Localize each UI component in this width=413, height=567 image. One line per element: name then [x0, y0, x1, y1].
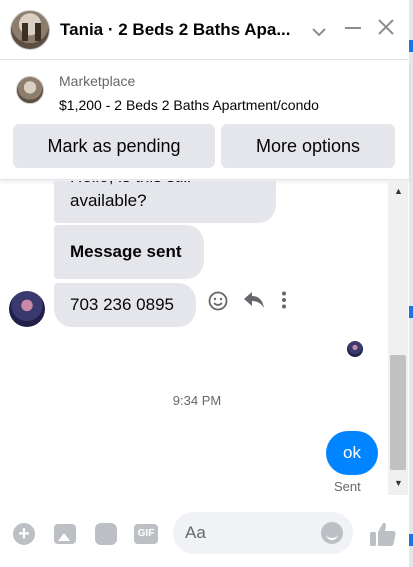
close-icon[interactable] [376, 17, 396, 42]
minus-icon[interactable] [343, 18, 363, 44]
message-text: available? [70, 191, 147, 210]
plus-icon[interactable]: + [12, 522, 36, 546]
message-bubble[interactable]: 703 236 0895 [54, 283, 196, 327]
react-icon[interactable] [208, 291, 228, 317]
photo-icon[interactable] [53, 522, 77, 546]
message-input-container[interactable] [173, 512, 353, 554]
scrollbar-thumb[interactable] [390, 355, 406, 470]
partial-message-line: Hello, is this still [70, 181, 260, 189]
thumbs-up-icon[interactable] [369, 521, 397, 547]
gif-icon[interactable]: GIF [134, 522, 158, 546]
scroll-down-arrow-icon[interactable]: ▼ [394, 478, 403, 488]
message-thread: Hello, is this still available? Message … [0, 181, 394, 495]
read-receipt-avatar [347, 341, 363, 357]
edge-mark [409, 306, 413, 318]
message-timestamp: 9:34 PM [172, 393, 222, 408]
more-actions-icon[interactable] [281, 291, 287, 315]
chat-title[interactable]: Tania · 2 Beds 2 Baths Apa... [60, 20, 295, 40]
listing-title[interactable]: $1,200 - 2 Beds 2 Baths Apartment/condo [59, 97, 319, 113]
background-edge [409, 0, 413, 567]
message-bubble[interactable]: Message sent [54, 225, 204, 279]
my-message-bubble[interactable]: ok [326, 431, 378, 475]
sent-status: Sent [334, 479, 361, 494]
scroll-up-arrow-icon[interactable]: ▲ [394, 186, 403, 196]
emoji-icon[interactable] [321, 522, 343, 544]
mark-as-pending-button[interactable]: Mark as pending [13, 124, 215, 168]
chat-window: Tania · 2 Beds 2 Baths Apa... Marketplac… [0, 0, 413, 567]
chat-header[interactable]: Tania · 2 Beds 2 Baths Apa... [0, 0, 409, 60]
listing-thumbnail[interactable] [16, 76, 44, 104]
contact-avatar[interactable] [10, 9, 50, 50]
reply-icon[interactable] [243, 291, 265, 315]
message-input[interactable] [185, 522, 315, 544]
contact-avatar-small[interactable] [9, 291, 45, 327]
sticker-icon[interactable] [94, 522, 118, 546]
marketplace-label: Marketplace [59, 73, 136, 89]
message-composer: + GIF [0, 500, 409, 567]
edge-mark [409, 534, 413, 546]
chevron-down-icon[interactable] [312, 20, 326, 44]
message-bubble[interactable]: Hello, is this still available? [54, 181, 276, 223]
edge-mark [409, 40, 413, 52]
marketplace-card: Marketplace $1,200 - 2 Beds 2 Baths Apar… [0, 60, 409, 180]
more-options-button[interactable]: More options [221, 124, 395, 168]
